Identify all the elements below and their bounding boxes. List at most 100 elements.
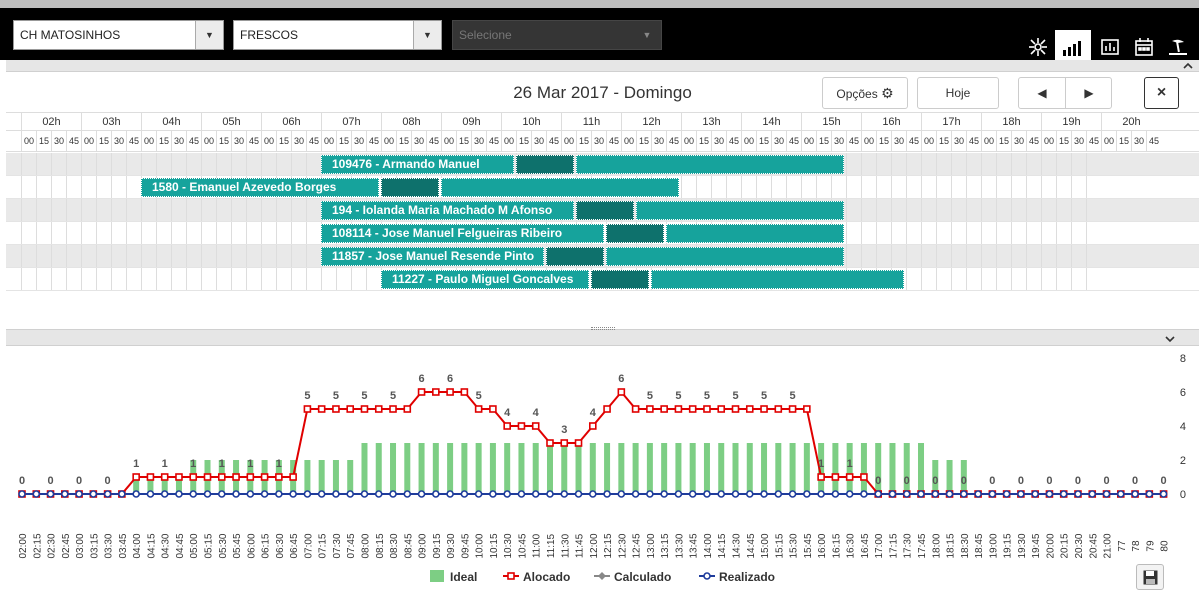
realizado-point[interactable] xyxy=(1017,490,1025,498)
ideal-bar[interactable] xyxy=(461,443,468,494)
alocado-point[interactable] xyxy=(289,473,297,481)
ideal-bar[interactable] xyxy=(575,443,582,494)
realizado-point[interactable] xyxy=(360,490,369,498)
realizado-point[interactable] xyxy=(860,490,868,498)
gantt-shift-segment[interactable] xyxy=(576,155,844,174)
alocado-point[interactable] xyxy=(446,388,454,396)
realizado-point[interactable] xyxy=(389,490,397,498)
realizado-point[interactable] xyxy=(346,490,355,498)
realizado-point[interactable] xyxy=(61,490,69,498)
gantt-break-segment[interactable] xyxy=(591,270,649,289)
alocado-point[interactable] xyxy=(588,422,597,430)
gantt-shift-segment[interactable]: 194 - Iolanda Maria Machado M Afonso xyxy=(321,201,574,220)
alocado-point[interactable] xyxy=(817,473,825,481)
ideal-bar[interactable] xyxy=(561,443,568,494)
alocado-point[interactable] xyxy=(489,405,497,413)
ideal-bar[interactable] xyxy=(832,443,839,494)
realizado-point[interactable] xyxy=(945,490,954,498)
realizado-point[interactable] xyxy=(831,490,840,498)
ideal-bar[interactable] xyxy=(361,443,368,494)
alocado-point[interactable] xyxy=(688,405,697,413)
alocado-point[interactable] xyxy=(760,405,768,413)
ideal-bar[interactable] xyxy=(546,443,553,494)
ideal-bar[interactable] xyxy=(390,443,397,494)
alocado-point[interactable] xyxy=(217,473,226,481)
realizado-point[interactable] xyxy=(617,490,626,498)
alocado-point[interactable] xyxy=(860,473,868,481)
gantt-break-segment[interactable] xyxy=(576,201,634,220)
realizado-point[interactable] xyxy=(89,490,98,498)
realizado-point[interactable] xyxy=(1002,490,1011,498)
realizado-point[interactable] xyxy=(574,490,583,498)
section-select[interactable]: FRESCOS ▼ xyxy=(233,20,442,50)
realizado-point[interactable] xyxy=(888,490,897,498)
alocado-point[interactable] xyxy=(745,405,754,413)
realizado-point[interactable] xyxy=(931,490,940,498)
realizado-point[interactable] xyxy=(817,490,825,498)
realizado-point[interactable] xyxy=(1088,490,1097,498)
alocado-point[interactable] xyxy=(831,473,840,481)
alocado-point[interactable] xyxy=(160,473,169,481)
gantt-break-segment[interactable] xyxy=(546,247,604,266)
close-button[interactable]: × xyxy=(1144,77,1179,109)
realizado-point[interactable] xyxy=(845,490,854,498)
realizado-point[interactable] xyxy=(717,490,726,498)
realizado-point[interactable] xyxy=(203,490,212,498)
realizado-point[interactable] xyxy=(1145,490,1154,498)
alocado-point[interactable] xyxy=(474,405,483,413)
ideal-bar[interactable] xyxy=(661,443,668,494)
ideal-bar[interactable] xyxy=(489,443,496,494)
realizado-point[interactable] xyxy=(745,490,754,498)
ideal-bar[interactable] xyxy=(632,443,639,494)
ideal-bar[interactable] xyxy=(347,460,354,494)
gantt-shift-segment[interactable] xyxy=(651,270,904,289)
alocado-point[interactable] xyxy=(574,439,583,447)
realizado-point[interactable] xyxy=(374,490,383,498)
realizado-point[interactable] xyxy=(988,490,997,498)
realizado-point[interactable] xyxy=(1131,490,1139,498)
alocado-point[interactable] xyxy=(788,405,797,413)
alocado-point[interactable] xyxy=(546,439,554,447)
legend-item-alocado[interactable]: Alocado xyxy=(503,570,570,584)
alocado-point[interactable] xyxy=(517,422,526,430)
ideal-bar[interactable] xyxy=(775,443,782,494)
alocado-point[interactable] xyxy=(175,473,183,481)
realizado-point[interactable] xyxy=(189,490,198,498)
realizado-point[interactable] xyxy=(517,490,526,498)
ideal-bar[interactable] xyxy=(475,443,482,494)
alocado-point[interactable] xyxy=(332,405,340,413)
realizado-point[interactable] xyxy=(1045,490,1054,498)
alocado-point[interactable] xyxy=(303,405,312,413)
ideal-bar[interactable] xyxy=(946,460,953,494)
chevron-down-icon[interactable]: ▼ xyxy=(413,21,441,49)
options-button[interactable]: Opções ⚙ xyxy=(822,77,908,109)
gantt-shift-segment[interactable] xyxy=(636,201,844,220)
prev-day-button[interactable]: ◀ xyxy=(1019,78,1066,108)
gantt-break-segment[interactable] xyxy=(606,224,664,243)
realizado-point[interactable] xyxy=(788,490,797,498)
realizado-point[interactable] xyxy=(902,490,911,498)
realizado-point[interactable] xyxy=(232,490,240,498)
third-select[interactable]: Selecione ▼ xyxy=(452,20,662,50)
alocado-point[interactable] xyxy=(232,473,240,481)
legend-item-calculado[interactable]: Calculado xyxy=(594,570,671,584)
realizado-point[interactable] xyxy=(103,490,112,498)
ideal-bar[interactable] xyxy=(789,443,796,494)
ideal-bar[interactable] xyxy=(889,443,896,494)
gantt-shift-segment[interactable] xyxy=(441,178,679,197)
realizado-point[interactable] xyxy=(588,490,597,498)
realizado-point[interactable] xyxy=(674,490,683,498)
realizado-point[interactable] xyxy=(489,490,497,498)
realizado-point[interactable] xyxy=(446,490,454,498)
realizado-point[interactable] xyxy=(118,490,126,498)
ideal-bar[interactable] xyxy=(918,443,925,494)
gantt-break-segment[interactable] xyxy=(516,155,574,174)
alocado-point[interactable] xyxy=(360,405,369,413)
realizado-point[interactable] xyxy=(46,490,55,498)
realizado-point[interactable] xyxy=(803,490,811,498)
chevron-up-icon[interactable] xyxy=(1183,62,1193,70)
resize-grip-icon[interactable] xyxy=(591,327,615,330)
panel-collapse-strip[interactable] xyxy=(6,60,1199,72)
ideal-bar[interactable] xyxy=(718,443,725,494)
ideal-bar[interactable] xyxy=(689,443,696,494)
